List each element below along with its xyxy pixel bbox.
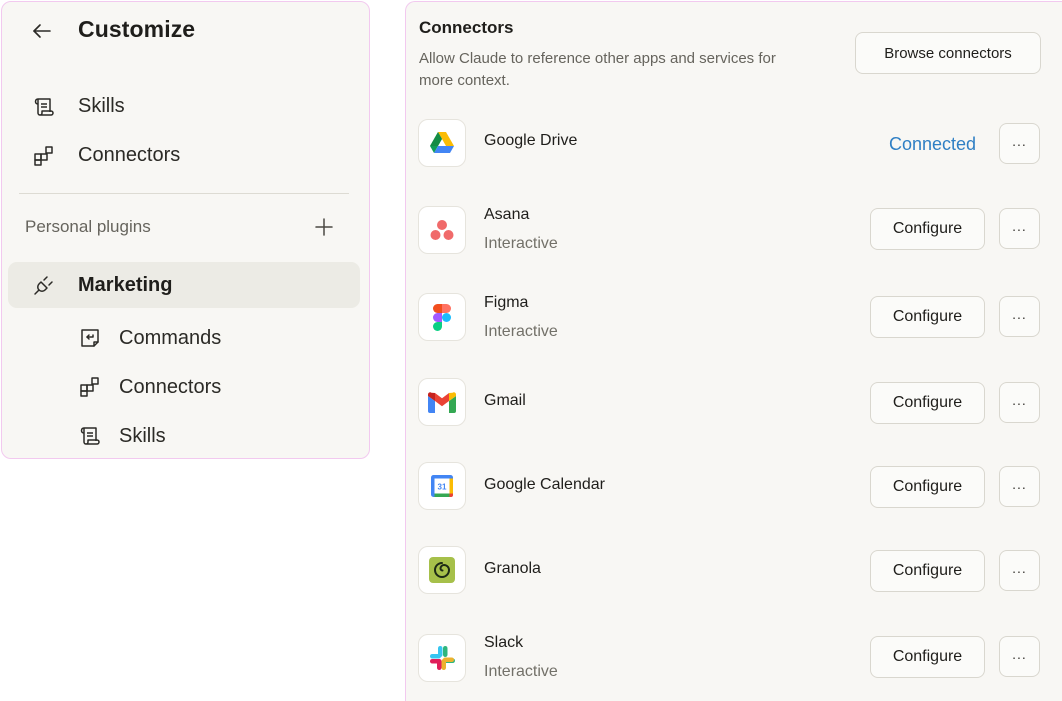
- plugin-label: Marketing: [78, 274, 173, 296]
- configure-button[interactable]: Configure: [870, 382, 985, 424]
- connector-type: Interactive: [484, 323, 558, 340]
- plugin-item-commands[interactable]: Commands: [2, 318, 369, 358]
- connector-name: Google Calendar: [484, 476, 605, 493]
- connector-type: Interactive: [484, 663, 558, 680]
- arrow-left-icon: [33, 24, 51, 38]
- blocks-icon: [32, 144, 56, 168]
- sidebar-title: Customize: [78, 16, 196, 42]
- connected-status-link[interactable]: Connected: [889, 134, 976, 155]
- configure-button[interactable]: Configure: [870, 296, 985, 338]
- sidebar-item-skills[interactable]: Skills: [2, 86, 369, 126]
- blocks-icon: [78, 375, 102, 399]
- connector-row-asana: Asana Interactive Configure ...: [406, 200, 1062, 260]
- more-options-button[interactable]: ...: [999, 123, 1040, 164]
- back-button[interactable]: [28, 17, 56, 45]
- configure-button[interactable]: Configure: [870, 208, 985, 250]
- more-options-button[interactable]: ...: [999, 550, 1040, 591]
- asana-icon: [418, 206, 466, 254]
- browse-connectors-button[interactable]: Browse connectors: [855, 32, 1041, 74]
- section-label: Personal plugins: [25, 217, 151, 236]
- connector-row-google-drive: Google Drive Connected ...: [406, 116, 1062, 176]
- more-options-button[interactable]: ...: [999, 636, 1040, 677]
- plugin-marketing[interactable]: Marketing: [8, 262, 360, 308]
- sidebar-item-connectors[interactable]: Connectors: [2, 135, 369, 175]
- figma-icon: [418, 293, 466, 341]
- sidebar-item-label: Connectors: [78, 143, 181, 166]
- slack-icon: [418, 634, 466, 682]
- connector-name: Google Drive: [484, 132, 578, 149]
- more-options-button[interactable]: ...: [999, 296, 1040, 337]
- sidebar-header: Customize: [2, 2, 369, 60]
- scroll-icon: [32, 95, 56, 119]
- svg-text:31: 31: [438, 483, 447, 492]
- customize-sidebar: Customize Skills Connectors Personal plu…: [1, 1, 370, 459]
- connector-name: Figma: [484, 294, 529, 311]
- connector-row-gmail: Gmail Configure ...: [406, 376, 1062, 436]
- connector-name: Gmail: [484, 392, 526, 409]
- connector-row-google-calendar: 31 Google Calendar Configure ...: [406, 460, 1062, 520]
- google-calendar-icon: 31: [418, 462, 466, 510]
- more-options-button[interactable]: ...: [999, 466, 1040, 507]
- plus-icon: [315, 218, 333, 236]
- more-options-button[interactable]: ...: [999, 208, 1040, 249]
- configure-button[interactable]: Configure: [870, 550, 985, 592]
- google-drive-icon: [418, 119, 466, 167]
- connector-name: Slack: [484, 634, 524, 651]
- connector-name: Granola: [484, 560, 541, 577]
- connector-row-slack: Slack Interactive Configure ...: [406, 628, 1062, 688]
- sidebar-item-label: Skills: [78, 94, 125, 117]
- connector-name: Asana: [484, 206, 530, 223]
- connector-row-granola: Granola Configure ...: [406, 544, 1062, 604]
- panel-title: Connectors: [419, 18, 514, 37]
- plug-icon: [32, 273, 56, 297]
- plugin-item-label: Connectors: [119, 376, 222, 398]
- command-box-icon: [78, 326, 102, 350]
- gmail-icon: [418, 378, 466, 426]
- plugin-item-connectors[interactable]: Connectors: [2, 367, 369, 407]
- connector-row-figma: Figma Interactive Configure ...: [406, 288, 1062, 348]
- plugin-item-label: Skills: [119, 425, 166, 447]
- sidebar-divider: [19, 193, 349, 194]
- scroll-icon: [78, 424, 102, 448]
- configure-button[interactable]: Configure: [870, 636, 985, 678]
- more-options-button[interactable]: ...: [999, 382, 1040, 423]
- connectors-panel: Connectors Allow Claude to reference oth…: [405, 1, 1062, 701]
- add-plugin-button[interactable]: [310, 213, 338, 241]
- panel-description: Allow Claude to reference other apps and…: [419, 50, 776, 89]
- plugin-item-label: Commands: [119, 327, 222, 349]
- connector-type: Interactive: [484, 235, 558, 252]
- granola-icon: [418, 546, 466, 594]
- plugin-item-skills[interactable]: Skills: [2, 416, 369, 456]
- personal-plugins-header: Personal plugins: [2, 207, 369, 245]
- configure-button[interactable]: Configure: [870, 466, 985, 508]
